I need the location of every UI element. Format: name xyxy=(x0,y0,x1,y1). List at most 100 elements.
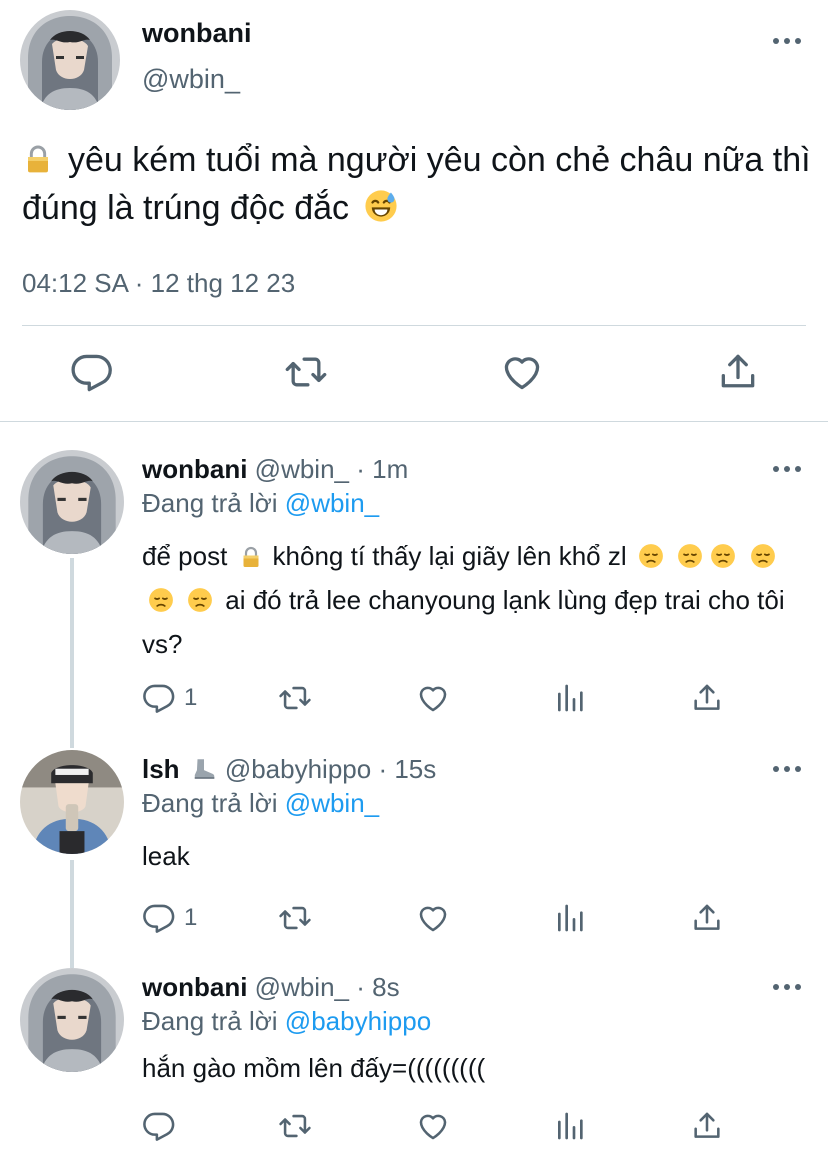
reply-actions: 1 xyxy=(142,680,782,720)
reply-tweet: wonbani @wbin_ · 1m Đang trả lời @wbin_ … xyxy=(0,450,828,740)
more-options-icon[interactable] xyxy=(770,26,804,56)
retweet-button[interactable] xyxy=(284,350,328,394)
retweet-icon xyxy=(278,1109,312,1143)
lock-icon xyxy=(239,545,263,569)
reply-icon xyxy=(142,901,176,935)
share-button[interactable] xyxy=(690,1108,724,1144)
replying-to: Đang trả lời @babyhippo xyxy=(142,1006,431,1037)
reply-button[interactable]: 1 xyxy=(142,900,197,936)
view-stats-button[interactable] xyxy=(554,680,586,716)
reply-icon xyxy=(142,681,176,715)
user-handle[interactable]: @wbin_ xyxy=(142,64,240,95)
retweet-button[interactable] xyxy=(278,680,312,716)
reply-actions: 1 xyxy=(142,900,782,940)
profile-photo xyxy=(20,450,124,554)
reply-button[interactable]: 1 xyxy=(142,680,197,716)
sweat-smile-icon xyxy=(364,189,398,223)
replying-to-handle[interactable]: @babyhippo xyxy=(285,1006,431,1036)
like-icon xyxy=(500,350,544,394)
avatar[interactable] xyxy=(20,450,124,554)
retweet-icon xyxy=(278,681,312,715)
retweet-button[interactable] xyxy=(278,1108,312,1144)
replying-to: Đang trả lời @wbin_ xyxy=(142,788,379,819)
tweet-text-content: yêu kém tuổi mà người yêu còn chẻ châu n… xyxy=(22,141,811,227)
reply-header: wonbani @wbin_ · 1m xyxy=(142,454,408,485)
reply-header: lsh @babyhippo · 15s xyxy=(142,754,436,785)
stats-icon xyxy=(554,682,586,714)
like-icon xyxy=(416,1109,450,1143)
reply-time[interactable]: · 1m xyxy=(356,454,408,484)
like-icon xyxy=(416,901,450,935)
reply-count: 1 xyxy=(184,904,198,931)
retweet-icon xyxy=(278,901,312,935)
reply-actions xyxy=(142,1108,782,1148)
profile-photo xyxy=(20,750,124,854)
like-icon xyxy=(416,681,450,715)
like-button[interactable] xyxy=(416,1108,450,1144)
user-handle[interactable]: @wbin_ xyxy=(255,454,349,484)
display-name[interactable]: lsh xyxy=(142,754,180,784)
sad-face-icon xyxy=(750,543,776,569)
user-handle[interactable]: @babyhippo xyxy=(225,754,371,784)
more-options-icon[interactable] xyxy=(770,454,804,484)
share-icon xyxy=(716,350,760,394)
sad-face-icon xyxy=(148,587,174,613)
sad-face-icon xyxy=(710,543,736,569)
view-stats-button[interactable] xyxy=(554,900,586,936)
like-button[interactable] xyxy=(416,900,450,936)
retweet-button[interactable] xyxy=(278,900,312,936)
sad-face-icon xyxy=(638,543,664,569)
reply-text-part: không tí thấy lại giãy lên khổ zl xyxy=(272,541,627,571)
reply-button[interactable] xyxy=(142,1108,176,1144)
reply-header: wonbani @wbin_ · 8s xyxy=(142,972,400,1003)
tweet-text: yêu kém tuổi mà người yêu còn chẻ châu n… xyxy=(22,136,812,232)
tweet-timestamp[interactable]: 04:12 SA · 12 thg 12 23 xyxy=(22,268,295,299)
stats-icon xyxy=(554,1110,586,1142)
reply-text-part: ai đó trả lee chanyoung lạnk lùng đẹp tr… xyxy=(142,585,785,659)
replying-to-handle[interactable]: @wbin_ xyxy=(285,488,379,518)
reply-button[interactable] xyxy=(70,350,114,394)
reply-text-part: để post xyxy=(142,541,228,571)
sad-face-icon xyxy=(677,543,703,569)
share-button[interactable] xyxy=(690,900,724,936)
reply-text: leak xyxy=(142,841,190,871)
more-options-icon[interactable] xyxy=(770,972,804,1002)
display-name[interactable]: wonbani xyxy=(142,972,247,1002)
replying-to-handle[interactable]: @wbin_ xyxy=(285,788,379,818)
share-button[interactable] xyxy=(716,350,760,394)
avatar[interactable] xyxy=(20,10,120,110)
profile-photo xyxy=(20,968,124,1072)
reply-text: để post không tí thấy lại giãy lên khổ z… xyxy=(142,534,802,666)
sad-face-icon xyxy=(187,587,213,613)
replying-to-label: Đang trả lời xyxy=(142,788,278,818)
reply-count: 1 xyxy=(184,684,198,711)
reply-tweet: lsh @babyhippo · 15s Đang trả lời @wbin_… xyxy=(0,750,828,950)
divider xyxy=(22,325,806,326)
replying-to-label: Đang trả lời xyxy=(142,1006,278,1036)
lock-icon xyxy=(22,143,54,175)
avatar[interactable] xyxy=(20,968,124,1072)
user-handle[interactable]: @wbin_ xyxy=(255,972,349,1002)
more-options-icon[interactable] xyxy=(770,754,804,784)
reply-icon xyxy=(70,350,114,394)
retweet-icon xyxy=(284,350,328,394)
view-stats-button[interactable] xyxy=(554,1108,586,1144)
replying-to-label: Đang trả lời xyxy=(142,488,278,518)
like-button[interactable] xyxy=(416,680,450,716)
stats-icon xyxy=(554,902,586,934)
boot-icon xyxy=(191,756,217,782)
display-name[interactable]: wonbani xyxy=(142,18,252,49)
reply-tweet: wonbani @wbin_ · 8s Đang trả lời @babyhi… xyxy=(0,968,828,1158)
like-button[interactable] xyxy=(500,350,544,394)
share-icon xyxy=(690,681,724,715)
reply-time[interactable]: · 15s xyxy=(378,754,436,784)
share-icon xyxy=(690,1109,724,1143)
divider xyxy=(0,421,828,422)
display-name[interactable]: wonbani xyxy=(142,454,247,484)
reply-time[interactable]: · 8s xyxy=(356,972,399,1002)
replying-to: Đang trả lời @wbin_ xyxy=(142,488,379,519)
reply-text: hắn gào mồm lên đấy=((((((((( xyxy=(142,1053,486,1083)
share-button[interactable] xyxy=(690,680,724,716)
avatar[interactable] xyxy=(20,750,124,854)
share-icon xyxy=(690,901,724,935)
